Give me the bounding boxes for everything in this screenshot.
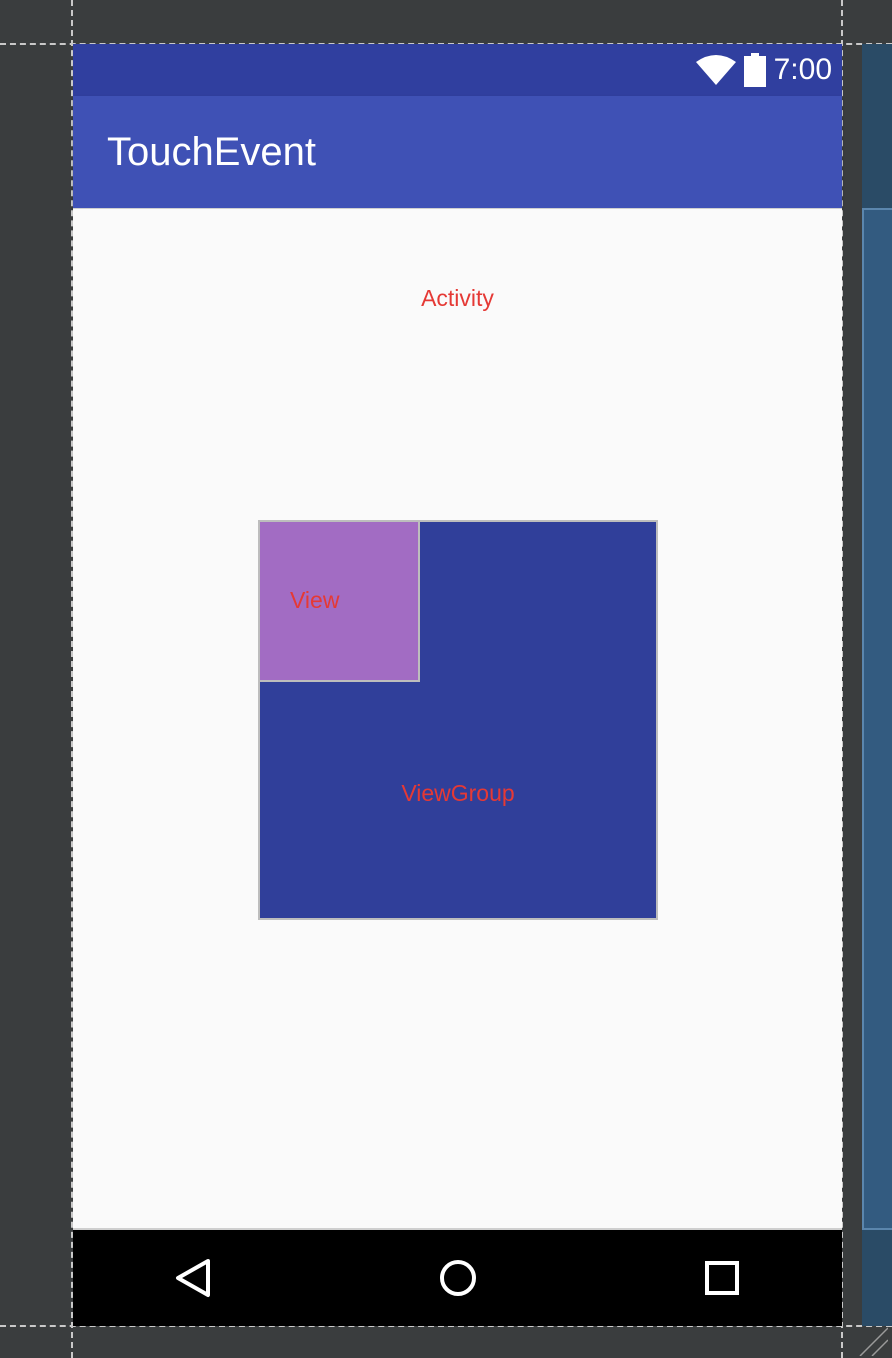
activity-content[interactable]: Activity View ViewGroup (73, 208, 842, 1230)
viewgroup-label: ViewGroup (401, 780, 515, 806)
back-icon (176, 1259, 210, 1297)
back-button[interactable] (173, 1258, 213, 1298)
device-screen: 7:00 TouchEvent Activity View ViewGroup (73, 44, 842, 1326)
status-bar: 7:00 (73, 44, 842, 96)
recents-button[interactable] (702, 1258, 742, 1298)
home-icon (440, 1260, 476, 1296)
view-box[interactable]: View (260, 522, 420, 682)
status-icons: 7:00 (695, 44, 832, 96)
navigation-bar (73, 1230, 842, 1326)
view-label: View (290, 587, 340, 613)
resize-grip-icon[interactable] (858, 1326, 888, 1356)
layout-editor-canvas: 7:00 TouchEvent Activity View ViewGroup (0, 0, 892, 1358)
adjacent-preview-content (862, 208, 892, 1230)
home-button[interactable] (438, 1258, 478, 1298)
wifi-icon (695, 55, 736, 85)
app-title: TouchEvent (107, 130, 317, 174)
app-bar: TouchEvent (73, 96, 842, 208)
activity-label: Activity (421, 285, 494, 311)
status-time: 7:00 (773, 53, 832, 86)
battery-icon (743, 53, 766, 87)
recents-icon (705, 1261, 739, 1295)
viewgroup-box[interactable]: View ViewGroup (258, 520, 658, 920)
